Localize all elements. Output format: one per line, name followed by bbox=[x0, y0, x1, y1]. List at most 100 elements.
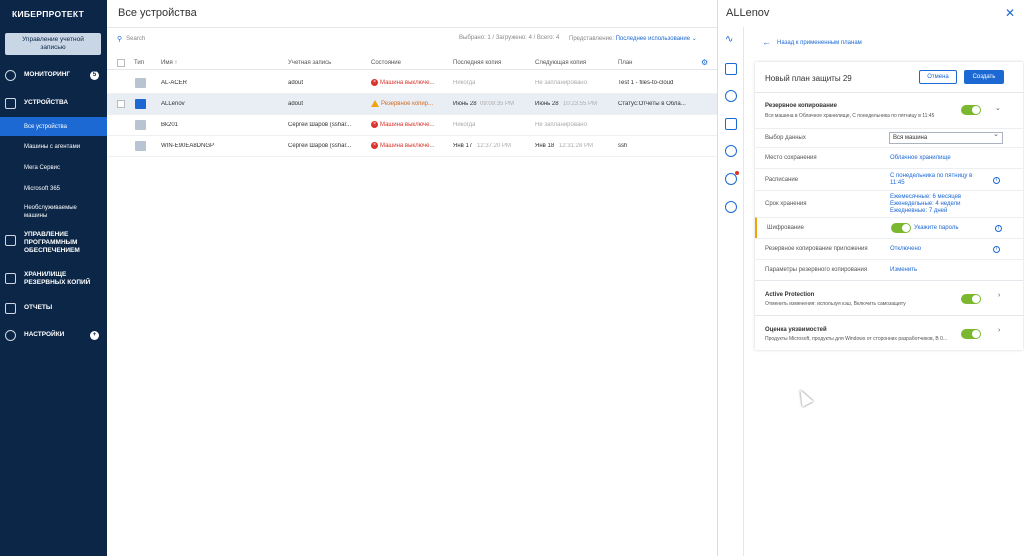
col-type[interactable]: Тип bbox=[134, 60, 144, 66]
cancel-icon[interactable] bbox=[725, 201, 737, 213]
plan-name[interactable]: Новый план защиты 29 bbox=[765, 74, 852, 83]
nav-backup-storage[interactable]: ХРАНИЛИЩЕ РЕЗЕРВНЫХ КОПИЙ bbox=[0, 271, 107, 288]
clock-icon[interactable] bbox=[725, 145, 737, 157]
active-protection-title: Active Protection bbox=[765, 292, 815, 298]
nav-devices[interactable]: УСТРОЙСТВА bbox=[0, 96, 107, 110]
view-label: Представление: bbox=[569, 36, 614, 42]
shield-icon[interactable] bbox=[725, 63, 737, 75]
backup-title: Резервное копирование bbox=[765, 103, 837, 109]
destination-link[interactable]: Облачное хранилище bbox=[890, 155, 951, 162]
edit-options-link[interactable]: Изменить bbox=[890, 267, 917, 274]
row-label: Место сохранения bbox=[765, 155, 817, 161]
next-backup: Не запланировано bbox=[535, 80, 587, 86]
encryption-row: Шифрование Укажите пароль i bbox=[755, 217, 1023, 238]
table-row[interactable]: Bk201 Сергей Шаров (sshar... × Машина вы… bbox=[107, 115, 717, 136]
row-label: Расписание bbox=[765, 177, 799, 183]
col-plan[interactable]: План bbox=[618, 60, 632, 66]
view-value[interactable]: Последнее использование ⌄ bbox=[616, 36, 697, 42]
last-backup: Никогда bbox=[453, 80, 476, 86]
last-backup: Июнь 28 bbox=[453, 101, 477, 107]
sidebar-item-unmanaged-machines[interactable]: Необслуживаемые машины bbox=[0, 201, 107, 223]
nav-software-label: УПРАВЛЕНИЕ ПРОГРАММНЫМ ОБЕСПЕЧЕНИЕМ bbox=[24, 231, 80, 254]
row-label: Выбор данных bbox=[765, 135, 806, 141]
active-protection-toggle[interactable] bbox=[961, 294, 981, 304]
activity-icon[interactable]: ∿ bbox=[725, 35, 737, 47]
device-name: WIN-E90EA8DNGP bbox=[161, 143, 215, 149]
col-next-backup[interactable]: Следующая копия bbox=[535, 60, 586, 66]
backup-subtitle: Вся машина в Облачное хранилище, С понед… bbox=[765, 113, 935, 119]
close-icon[interactable]: ✕ bbox=[1005, 6, 1015, 20]
encryption-toggle[interactable] bbox=[891, 223, 911, 233]
last-backup: Янв 17 bbox=[453, 143, 473, 149]
app-backup-row: Резервное копирование приложения Отключе… bbox=[755, 238, 1023, 259]
last-backup-time: 12:37:20 PM bbox=[477, 143, 512, 149]
data-selection-dropdown[interactable]: Вся машина bbox=[889, 130, 1003, 144]
nav-monitoring[interactable]: МОНИТОРИНГ 5 bbox=[0, 68, 107, 82]
nav-devices-label: УСТРОЙСТВА bbox=[24, 99, 69, 106]
windows-computer-icon bbox=[135, 99, 146, 109]
status-text: Резервное копир... bbox=[381, 100, 434, 107]
table-row[interactable]: WIN-E90EA8DNGP Сергей Шаров (sshar... × … bbox=[107, 136, 717, 157]
device-status: × Машина выключе... bbox=[371, 79, 434, 86]
table-row-selected[interactable]: ALLenov adout Резервное копир... Июнь 28… bbox=[107, 94, 717, 115]
details-icon[interactable] bbox=[725, 118, 737, 130]
divider bbox=[107, 27, 717, 28]
sidebar-item-mega-service[interactable]: Мега Сервис bbox=[0, 158, 107, 177]
create-button[interactable]: Создать bbox=[964, 70, 1004, 84]
protection-plan-card: Новый план защиты 29 Отмена Создать Резе… bbox=[755, 62, 1023, 350]
collapse-chevron-icon[interactable]: ⌄ bbox=[995, 104, 1001, 112]
cancel-button[interactable]: Отмена bbox=[919, 70, 957, 84]
search-placeholder: Search bbox=[126, 36, 146, 42]
sidebar-item-machines-with-agents[interactable]: Машины с агентами bbox=[0, 137, 107, 156]
app-backup-link[interactable]: Отключено bbox=[890, 246, 921, 253]
column-settings-icon[interactable]: ⚙ bbox=[701, 58, 708, 67]
search-input[interactable]: ⚲ Search bbox=[117, 35, 145, 43]
col-account[interactable]: Учетная запись bbox=[288, 60, 331, 66]
view-selector[interactable]: Представление: Последнее использование ⌄ bbox=[569, 35, 697, 42]
sidebar-item-microsoft-365[interactable]: Microsoft 365 bbox=[0, 179, 107, 198]
account-management-button[interactable]: Управление учетной записью bbox=[5, 33, 101, 55]
table-row[interactable]: AL-ACER adout × Машина выключе... Никогд… bbox=[107, 73, 717, 94]
computer-icon bbox=[135, 78, 146, 88]
nav-reports[interactable]: ОТЧЕТЫ bbox=[0, 301, 107, 315]
device-account: adout bbox=[288, 80, 304, 86]
row-label: Параметры резервного копирования bbox=[765, 267, 868, 273]
next-backup-time: 12:31:28 PM bbox=[559, 143, 594, 149]
last-backup-time: 09:09:35 PM bbox=[480, 101, 515, 107]
col-name[interactable]: Имя ↑ bbox=[161, 60, 177, 66]
back-to-plans-link[interactable]: Назад к примененным планам bbox=[762, 36, 862, 46]
panel-title: ALLenov bbox=[726, 7, 770, 19]
nav-settings[interactable]: НАСТРОЙКИ + bbox=[0, 328, 107, 342]
nav-backup-storage-label: ХРАНИЛИЩЕ РЕЗЕРВНЫХ КОПИЙ bbox=[24, 271, 91, 286]
row-checkbox[interactable] bbox=[117, 100, 125, 108]
device-name: Bk201 bbox=[161, 122, 179, 128]
select-all-checkbox[interactable] bbox=[117, 59, 125, 67]
row-label: Резервное копирование приложения bbox=[765, 246, 868, 252]
last-backup: Никогда bbox=[453, 122, 476, 128]
backup-options-row: Параметры резервного копирования Изменит… bbox=[755, 259, 1023, 278]
backup-toggle[interactable] bbox=[961, 105, 981, 115]
active-protection-section[interactable]: Active Protection Отменить изменения: ис… bbox=[755, 280, 1023, 314]
destination-row: Место сохранения Облачное хранилище bbox=[755, 147, 1023, 168]
info-icon[interactable]: i bbox=[993, 246, 1000, 253]
alerts-icon[interactable] bbox=[725, 171, 739, 185]
col-last-backup[interactable]: Последняя копия bbox=[453, 60, 501, 66]
col-status[interactable]: Состояние bbox=[371, 60, 401, 66]
chevron-right-icon[interactable]: › bbox=[998, 327, 1000, 334]
nav-software-management[interactable]: УПРАВЛЕНИЕ ПРОГРАММНЫМ ОБЕСПЕЧЕНИЕМ bbox=[0, 231, 107, 257]
status-text: Машина выключе... bbox=[380, 79, 435, 86]
schedule-link[interactable]: С понедельника по пятницу в 11:45 bbox=[890, 173, 985, 187]
next-backup: Июнь 28 bbox=[535, 101, 559, 107]
monitoring-badge: 5 bbox=[90, 70, 99, 80]
set-password-link[interactable]: Укажите пароль bbox=[914, 225, 958, 232]
sidebar-item-all-devices[interactable]: Все устройства bbox=[0, 117, 107, 136]
row-label: Шифрование bbox=[767, 225, 804, 231]
vulnerability-toggle[interactable] bbox=[961, 329, 981, 339]
chevron-right-icon[interactable]: › bbox=[998, 292, 1000, 299]
retention-link[interactable]: Ежемесячные: 6 месяцев Еженедельные: 4 н… bbox=[890, 194, 961, 215]
nav-settings-label: НАСТРОЙКИ bbox=[24, 331, 65, 338]
recovery-icon[interactable] bbox=[725, 90, 737, 102]
info-icon[interactable]: i bbox=[993, 177, 1000, 184]
info-icon[interactable]: i bbox=[995, 225, 1002, 232]
vulnerability-section[interactable]: Оценка уязвимостей Продукты Microsoft, п… bbox=[755, 315, 1023, 350]
